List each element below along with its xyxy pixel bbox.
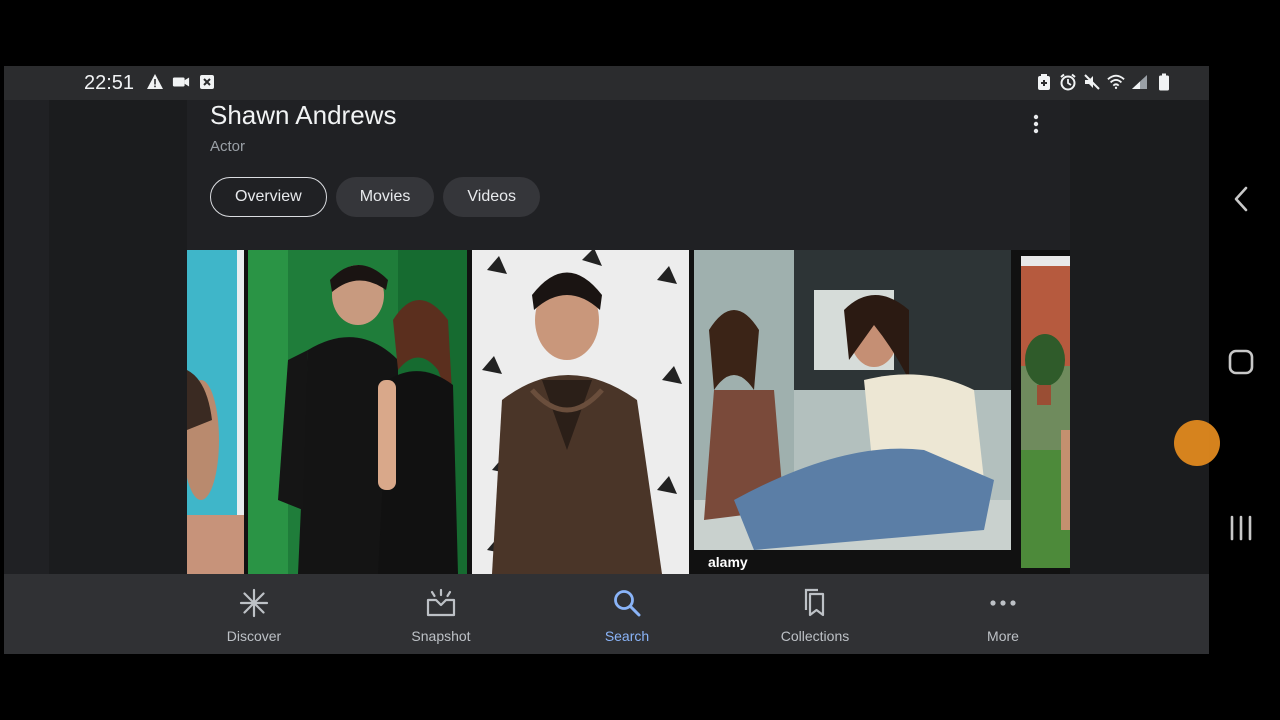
search-icon: [610, 586, 644, 620]
mute-icon: [1083, 73, 1101, 91]
phone-screen: 22:51 Shawn Andrews Actor Overview Movie…: [4, 66, 1209, 654]
image-5[interactable]: [1017, 250, 1070, 574]
more-vert-icon[interactable]: [1026, 112, 1046, 136]
video-camera-icon: [172, 73, 190, 91]
nav-collections[interactable]: Collections: [755, 586, 875, 644]
bottom-nav: Discover Snapshot Search Collections Mor…: [4, 574, 1209, 654]
image-2[interactable]: [248, 250, 467, 574]
tab-videos[interactable]: Videos: [443, 177, 541, 217]
tab-overview[interactable]: Overview: [210, 177, 327, 217]
home-icon[interactable]: [1227, 348, 1255, 381]
battery-icon: [1155, 73, 1173, 91]
snapshot-icon: [424, 586, 458, 620]
more-horiz-icon: [986, 586, 1020, 620]
status-time: 22:51: [84, 72, 135, 94]
nav-search[interactable]: Search: [567, 586, 687, 644]
entity-title: Shawn Andrews: [210, 100, 397, 130]
battery-saver-icon: [1035, 73, 1053, 91]
wifi-icon: [1107, 73, 1125, 91]
floating-recorder-button[interactable]: [1174, 420, 1220, 466]
image-1[interactable]: [187, 250, 244, 574]
warning-icon: [146, 73, 164, 91]
asterisk-icon: [237, 586, 271, 620]
entity-subtitle: Actor: [210, 138, 246, 155]
alarm-icon: [1059, 73, 1077, 91]
system-nav-bar: [1209, 66, 1280, 654]
nav-discover[interactable]: Discover: [194, 586, 314, 644]
image-3[interactable]: [472, 250, 689, 574]
back-icon[interactable]: [1229, 184, 1255, 219]
image-carousel[interactable]: alamy: [187, 250, 1070, 574]
recents-icon[interactable]: [1228, 514, 1254, 547]
tab-chips: Overview Movies Videos: [210, 177, 541, 217]
nav-label: Snapshot: [411, 628, 471, 644]
status-bar: 22:51: [4, 66, 1209, 100]
nav-snapshot[interactable]: Snapshot: [381, 586, 501, 644]
nav-more[interactable]: More: [943, 586, 1063, 644]
tab-movies[interactable]: Movies: [335, 177, 435, 217]
bookmarks-icon: [798, 586, 832, 620]
image-4[interactable]: alamy: [694, 250, 1011, 574]
nav-label: Search: [604, 628, 650, 644]
nav-label: Discover: [226, 628, 282, 644]
nav-label: More: [987, 628, 1019, 644]
close-box-icon: [198, 73, 216, 91]
nav-label: Collections: [780, 628, 850, 644]
watermark-text: alamy: [708, 554, 748, 570]
signal-icon: [1131, 73, 1149, 91]
knowledge-panel: Shawn Andrews Actor Overview Movies Vide…: [187, 100, 1070, 574]
